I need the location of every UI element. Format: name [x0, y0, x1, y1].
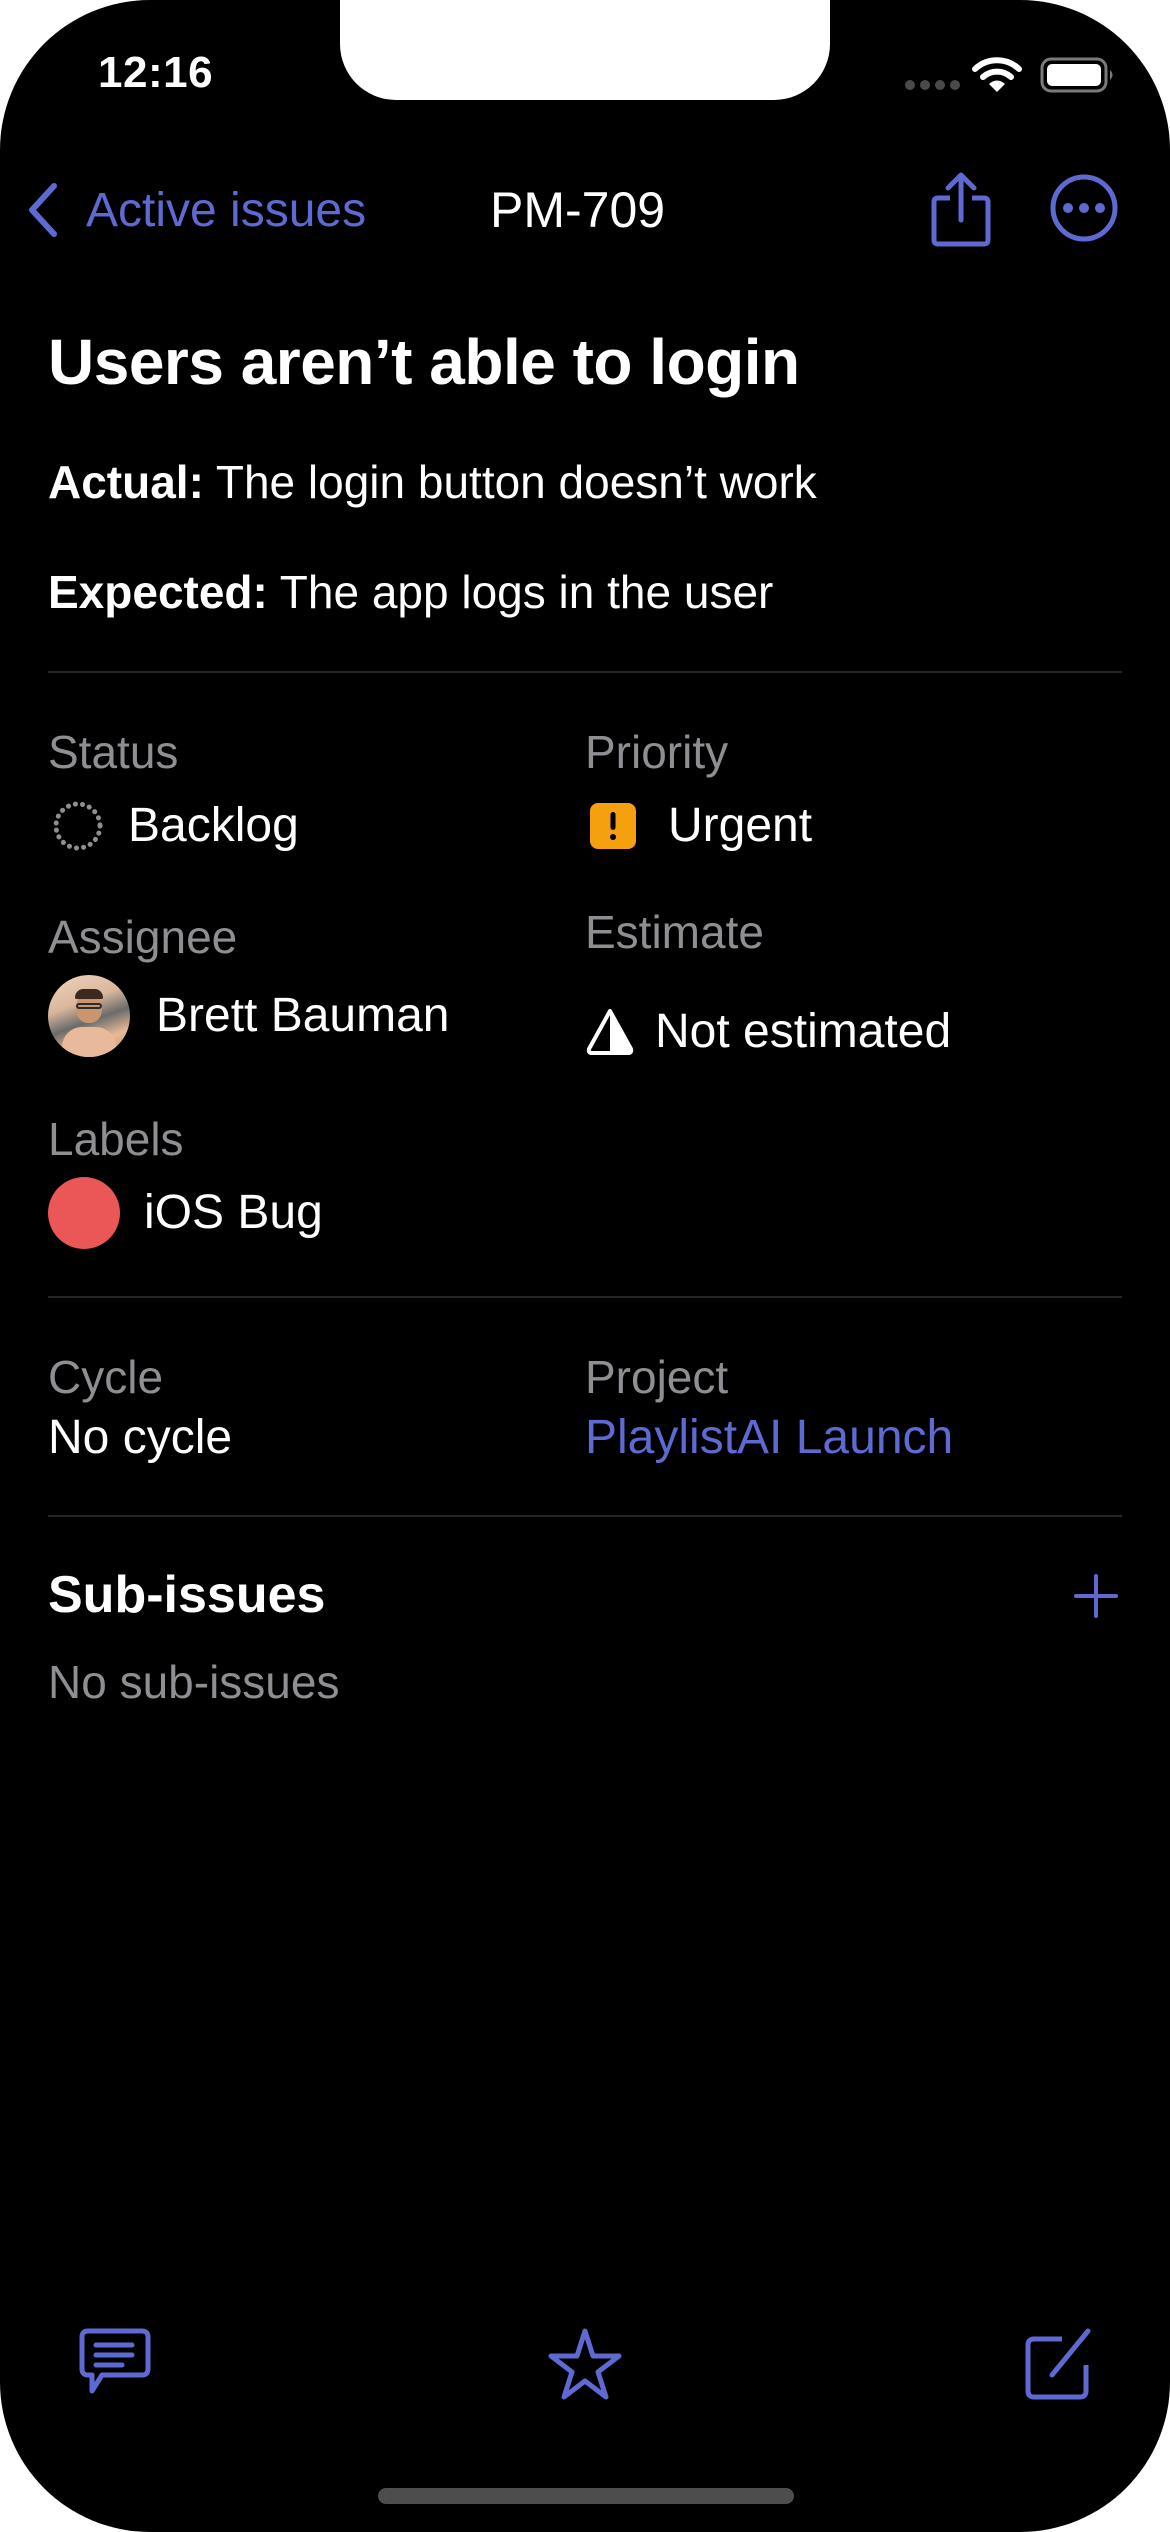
assignee-field[interactable]: Brett Bauman [48, 975, 449, 1057]
back-button-label: Active issues [86, 183, 367, 237]
description-expected[interactable]: Expected: The app logs in the user [48, 565, 773, 619]
more-options-button[interactable] [1048, 172, 1120, 244]
priority-field[interactable]: Urgent [590, 796, 812, 856]
assignee-value: Brett Bauman [156, 989, 450, 1042]
divider [48, 1296, 1122, 1298]
project-label: Project [585, 1351, 729, 1403]
backlog-dotted-circle-icon [53, 801, 103, 851]
battery-icon [1040, 57, 1113, 93]
cycle-label: Cycle [48, 1351, 164, 1403]
favorite-button[interactable] [545, 2325, 625, 2405]
divider [48, 1515, 1122, 1517]
issue-identifier: PM-709 [490, 182, 666, 238]
share-button[interactable] [928, 170, 994, 250]
priority-value: Urgent [668, 799, 813, 852]
back-button[interactable]: Active issues [24, 175, 366, 245]
ellipsis-circle-icon [1050, 174, 1118, 242]
estimate-field[interactable]: Not estimated [585, 1002, 951, 1062]
status-label: Status [48, 726, 179, 778]
project-link[interactable]: PlaylistAI Launch [585, 1408, 953, 1468]
comment-icon [79, 2328, 151, 2394]
device-notch [340, 0, 830, 100]
chevron-left-icon [29, 183, 57, 237]
plus-icon [1074, 1574, 1118, 1618]
status-value: Backlog [128, 799, 299, 852]
compose-icon [1025, 2328, 1091, 2400]
description-actual-text: The login button doesn’t work [203, 456, 817, 508]
urgent-exclamation-icon [590, 803, 636, 849]
project-field[interactable]: PlaylistAI Launch [585, 1408, 953, 1468]
label-chip-ios-bug[interactable]: iOS Bug [48, 1177, 323, 1249]
description-expected-text: The app logs in the user [267, 566, 774, 618]
status-field[interactable]: Backlog [48, 796, 299, 856]
status-bar-time: 12:16 [98, 48, 214, 97]
edit-button[interactable] [1018, 2325, 1098, 2405]
sub-issues-heading: Sub-issues [48, 1566, 326, 1624]
cycle-field[interactable]: No cycle [48, 1408, 232, 1468]
star-icon [548, 2328, 622, 2400]
estimate-triangle-icon [586, 1009, 634, 1055]
estimate-label: Estimate [585, 906, 764, 958]
description-expected-label: Expected: [48, 566, 268, 618]
cellular-signal-icon [905, 80, 960, 90]
issue-title[interactable]: Users aren’t able to login [48, 325, 800, 399]
labels-label: Labels [48, 1113, 184, 1165]
label-name: iOS Bug [144, 1186, 323, 1239]
issue-detail-screen: 12:16 Active issues PM-709 Users aren’t … [0, 0, 1170, 2532]
cycle-value: No cycle [48, 1411, 233, 1464]
comment-button[interactable] [76, 2325, 156, 2405]
assignee-label: Assignee [48, 911, 238, 963]
estimate-value: Not estimated [655, 1005, 952, 1058]
home-indicator[interactable] [378, 2488, 794, 2504]
wifi-icon [972, 57, 1022, 92]
description-actual[interactable]: Actual: The login button doesn’t work [48, 455, 817, 509]
divider [48, 671, 1122, 673]
sub-issues-empty-text: No sub-issues [48, 1656, 340, 1708]
label-color-dot [48, 1177, 120, 1249]
priority-label: Priority [585, 726, 729, 778]
share-icon [931, 172, 991, 247]
description-actual-label: Actual: [48, 456, 204, 508]
avatar [48, 975, 130, 1057]
add-sub-issue-button[interactable] [1072, 1572, 1120, 1620]
